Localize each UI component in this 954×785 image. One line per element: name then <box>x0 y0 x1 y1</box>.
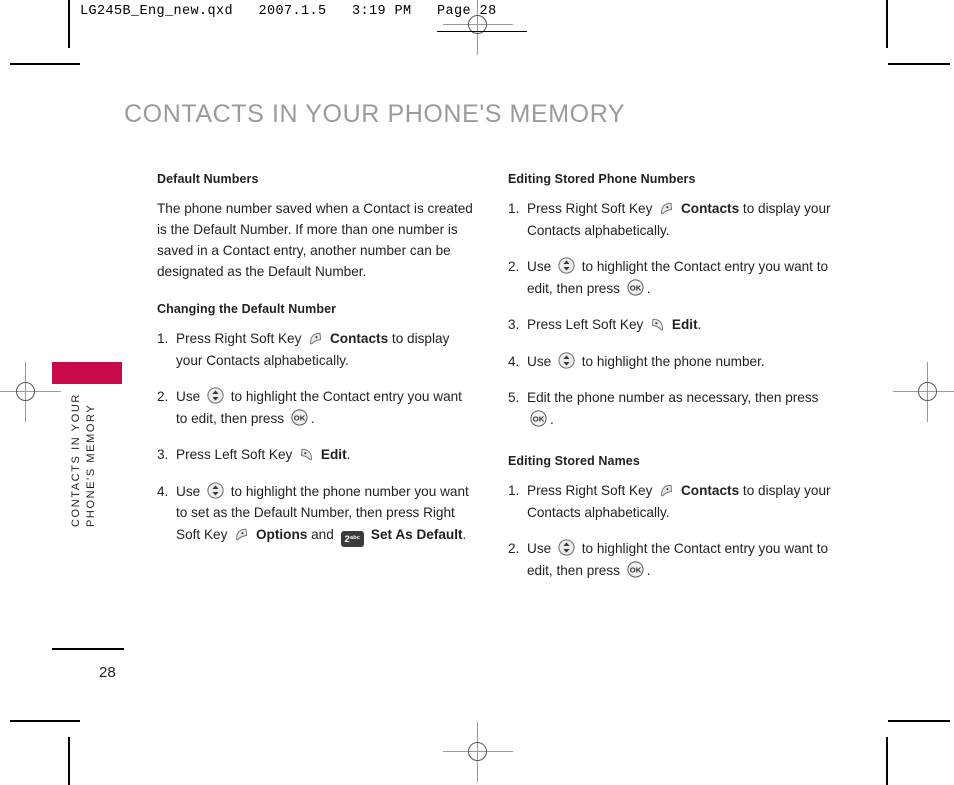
ok-key-icon: OK <box>627 560 644 578</box>
step-emphasis: Contacts <box>329 331 389 346</box>
step-item: 4. Use to highlight the phone number you … <box>157 481 477 547</box>
step-item: 2. Use to highlight the Contact entry you… <box>157 386 477 429</box>
step-emphasis: Contacts <box>680 483 740 498</box>
svg-text:OK: OK <box>630 565 642 574</box>
step-number: 2. <box>508 541 520 556</box>
heading-editing-stored-names: Editing Stored Names <box>508 454 640 468</box>
step-item: 1. Press Right Soft Key Contacts to displ… <box>508 480 838 523</box>
step-item: 3. Press Left Soft Key Edit. <box>508 314 838 336</box>
registration-mark-left-center <box>0 362 61 422</box>
left-column: Default Numbers The phone number saved w… <box>157 172 477 562</box>
step-item: 2. Use to highlight the Contact entry you… <box>508 256 838 299</box>
right-soft-key-icon <box>308 332 323 346</box>
step-number: 1. <box>508 201 520 216</box>
step-number: 1. <box>508 483 520 498</box>
svg-text:OK: OK <box>630 283 642 292</box>
page-title: CONTACTS IN YOUR PHONE'S MEMORY <box>124 100 626 128</box>
registration-mark-circle <box>468 742 487 761</box>
crop-mark-top-right-horizontal <box>888 63 950 65</box>
registration-mark-bottom-center <box>443 722 513 782</box>
ok-key-icon: OK <box>627 278 644 296</box>
ok-key-icon: OK <box>530 409 547 427</box>
side-tab-label: CONTACTS IN YOUR PHONE'S MEMORY <box>70 393 97 527</box>
step-emphasis: Options <box>255 526 308 542</box>
heading-default-numbers: Default Numbers <box>157 172 259 186</box>
step-item: 4. Use to highlight the phone number. <box>508 351 838 373</box>
print-header-rule <box>437 31 527 32</box>
crop-mark-bottom-left-horizontal <box>10 720 80 722</box>
registration-mark-circle <box>16 382 35 401</box>
navigation-up-down-icon <box>207 481 224 499</box>
step-emphasis: Contacts <box>680 201 740 216</box>
left-soft-key-icon <box>650 318 665 332</box>
navigation-up-down-icon <box>558 351 575 369</box>
step-item: 5. Edit the phone number as necessary, th… <box>508 387 838 430</box>
steps-changing-default-number: 1. Press Right Soft Key Contacts to displ… <box>157 328 477 547</box>
heading-editing-stored-phone-numbers: Editing Stored Phone Numbers <box>508 172 696 186</box>
steps-editing-stored-names: 1. Press Right Soft Key Contacts to displ… <box>508 480 838 581</box>
footer-rule <box>52 648 124 650</box>
steps-editing-stored-phone-numbers: 1. Press Right Soft Key Contacts to displ… <box>508 198 838 430</box>
keypad-2-icon: 2abc <box>340 530 365 547</box>
page-number: 28 <box>99 664 116 681</box>
navigation-up-down-icon <box>558 539 575 556</box>
crop-mark-top-left-vertical <box>68 0 70 48</box>
right-soft-key-icon <box>659 202 674 216</box>
step-number: 2. <box>157 389 169 404</box>
registration-mark-right-center <box>893 362 954 422</box>
step-number: 4. <box>157 483 169 499</box>
step-number: 2. <box>508 259 520 274</box>
print-file-header: LG245B_Eng_new.qxd 2007.1.5 3:19 PM Page… <box>80 4 497 19</box>
svg-text:OK: OK <box>533 414 545 423</box>
crop-mark-bottom-left-vertical <box>68 737 70 785</box>
step-number: 3. <box>508 317 520 332</box>
navigation-up-down-icon <box>558 257 575 274</box>
step-item: 1. Press Right Soft Key Contacts to displ… <box>508 198 838 241</box>
right-soft-key-icon <box>659 484 674 498</box>
crop-mark-top-right-vertical <box>886 0 888 48</box>
left-soft-key-icon <box>299 448 314 462</box>
step-item: 3. Press Left Soft Key Edit. <box>157 444 477 466</box>
step-item: 1. Press Right Soft Key Contacts to displ… <box>157 328 477 371</box>
right-soft-key-icon <box>234 528 249 542</box>
crop-mark-bottom-right-vertical <box>886 737 888 785</box>
registration-mark-circle <box>918 382 937 401</box>
step-emphasis: Edit <box>671 317 698 332</box>
ok-key-icon: OK <box>291 408 308 426</box>
step-emphasis: Set As Default <box>370 526 463 542</box>
step-number: 5. <box>508 390 520 405</box>
paragraph-default-numbers: The phone number saved when a Contact is… <box>157 201 473 279</box>
side-tab: CONTACTS IN YOUR PHONE'S MEMORY <box>52 362 122 544</box>
heading-changing-default-number: Changing the Default Number <box>157 302 337 316</box>
step-number: 1. <box>157 331 169 346</box>
step-emphasis: Edit <box>320 447 347 462</box>
crop-mark-top-left-horizontal <box>10 63 80 65</box>
svg-text:OK: OK <box>294 413 306 422</box>
step-item: 2. Use to highlight the Contact entry you… <box>508 538 838 581</box>
step-number: 4. <box>508 353 520 369</box>
navigation-up-down-icon <box>207 387 224 404</box>
step-number: 3. <box>157 447 169 462</box>
crop-mark-bottom-right-horizontal <box>888 720 950 722</box>
right-column: Editing Stored Phone Numbers 1. Press Rig… <box>508 172 838 596</box>
